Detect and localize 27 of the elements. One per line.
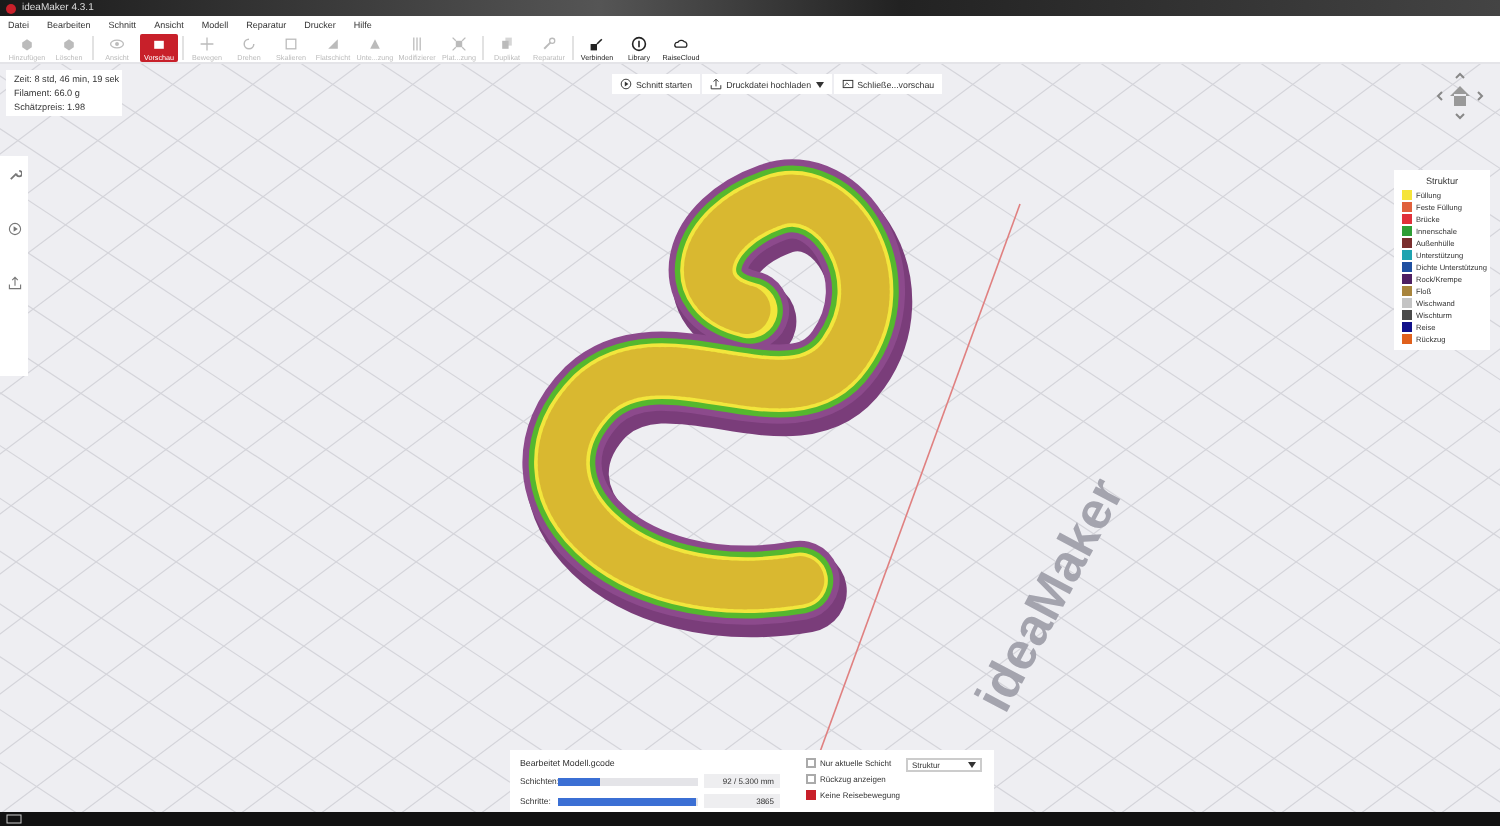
connect-icon bbox=[588, 36, 606, 52]
cloud-icon bbox=[672, 36, 690, 52]
scale-icon bbox=[282, 36, 300, 52]
app-icon bbox=[6, 3, 16, 13]
camera-navigation-icon[interactable] bbox=[1436, 72, 1484, 120]
checkbox[interactable] bbox=[806, 774, 816, 784]
frame-icon bbox=[450, 36, 468, 52]
triangle-icon bbox=[324, 36, 342, 52]
cube-icon bbox=[60, 36, 78, 52]
checkbox[interactable] bbox=[806, 758, 816, 768]
upload-icon bbox=[710, 78, 723, 90]
caret-icon bbox=[968, 762, 976, 768]
checkbox[interactable] bbox=[806, 790, 816, 800]
play-icon bbox=[620, 78, 632, 90]
rotate-icon bbox=[240, 36, 258, 52]
info-icon bbox=[630, 36, 648, 52]
eye-icon bbox=[108, 36, 126, 52]
cube-icon bbox=[18, 36, 36, 52]
keyboard-icon[interactable] bbox=[6, 814, 22, 824]
image-icon bbox=[841, 78, 854, 90]
play-icon[interactable] bbox=[7, 222, 21, 236]
sliders-icon bbox=[408, 36, 426, 52]
move-icon bbox=[198, 36, 216, 52]
copy-icon bbox=[498, 36, 516, 52]
upload-icon[interactable] bbox=[7, 276, 21, 290]
triangle-icon bbox=[366, 36, 384, 52]
slider-track[interactable] bbox=[558, 777, 698, 785]
